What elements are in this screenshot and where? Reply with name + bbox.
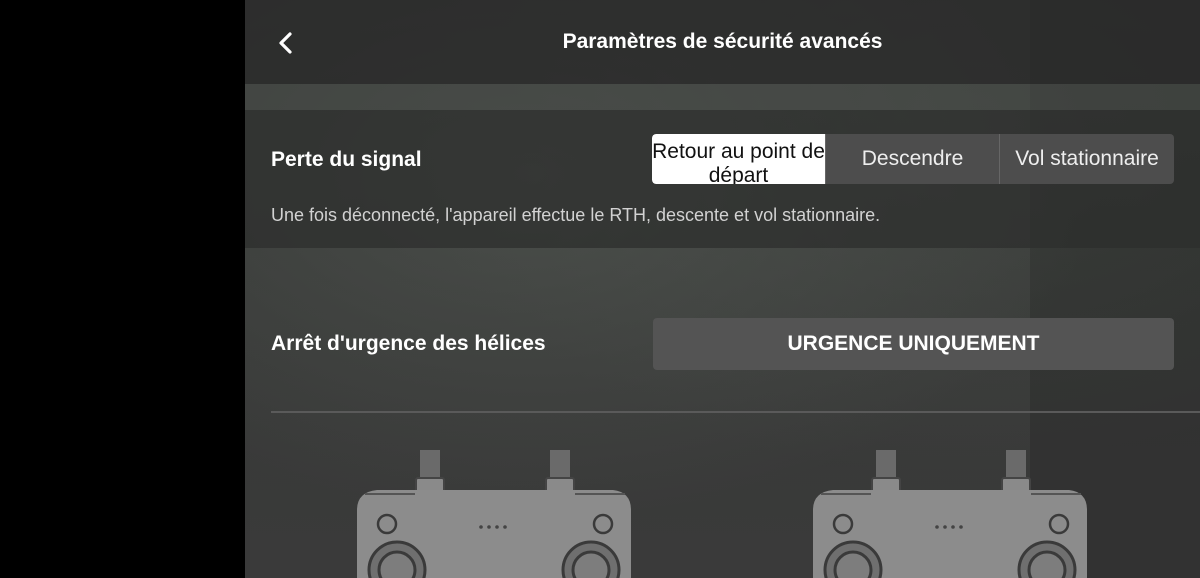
divider: [271, 411, 1200, 413]
settings-panel: Paramètres de sécurité avancés Perte du …: [245, 0, 1200, 578]
option-descend[interactable]: Descendre: [825, 134, 999, 184]
remote-controller-icon: [357, 450, 631, 578]
page-title: Paramètres de sécurité avancés: [562, 30, 883, 53]
chevron-left-icon: [279, 32, 292, 54]
option-return-home[interactable]: Retour au point de départ: [652, 134, 825, 184]
header-bar: Paramètres de sécurité avancés: [245, 0, 1200, 84]
remote-controller-icon: [813, 450, 1087, 578]
option-hover[interactable]: Vol stationnaire: [999, 134, 1174, 184]
emergency-stop-button[interactable]: URGENCE UNIQUEMENT: [653, 318, 1174, 370]
section-spacer: [245, 84, 1200, 110]
signal-loss-label: Perte du signal: [271, 148, 422, 171]
back-button[interactable]: [267, 24, 305, 62]
emergency-stop-label: Arrêt d'urgence des hélices: [271, 332, 546, 355]
signal-loss-segmented-control: Retour au point de départ Descendre Vol …: [652, 134, 1174, 184]
left-black-area: [0, 0, 245, 578]
signal-loss-description: Une fois déconnecté, l'appareil effectue…: [271, 205, 881, 225]
signal-loss-section: Perte du signal Retour au point de dépar…: [245, 110, 1200, 248]
